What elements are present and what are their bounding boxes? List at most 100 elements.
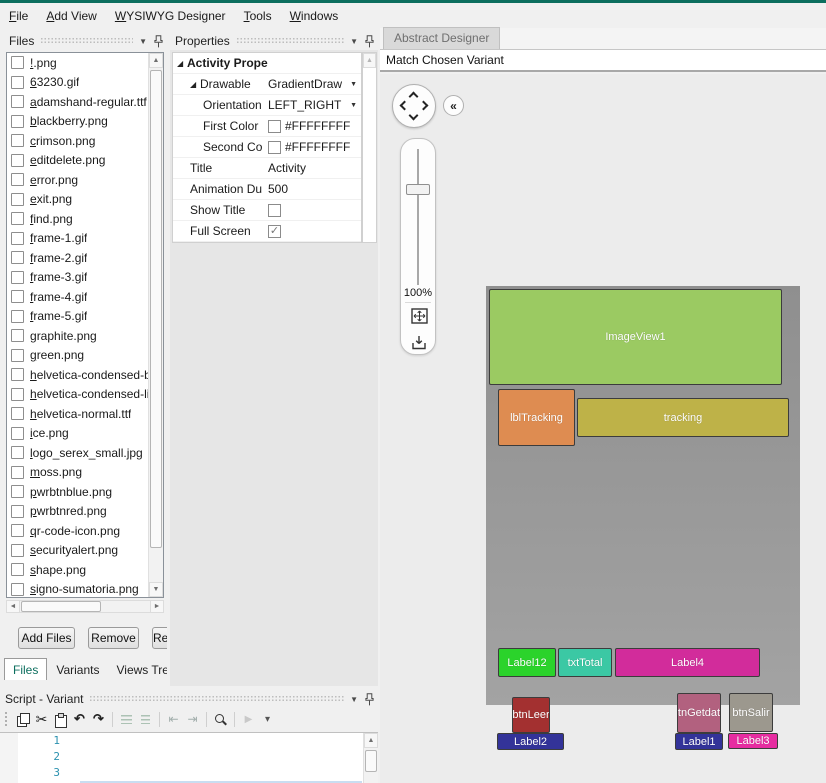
design-canvas[interactable]: « 100% ImageView1 lblTracking tracking Labe… [380,74,826,783]
code-editor[interactable]: 1 'Variant specific script: 320x480,scal… [0,732,378,783]
file-row[interactable]: error.png [7,170,163,190]
file-checkbox[interactable] [11,95,24,109]
property-checkbox[interactable]: ✓ [268,203,281,217]
zoom-slider-track[interactable] [417,149,419,285]
scrollbar-thumb[interactable] [365,750,377,772]
files-vertical-scrollbar[interactable]: ▲ ▼ [148,53,163,597]
file-checkbox[interactable] [11,192,24,206]
chevron-down-icon[interactable]: ▼ [350,695,358,704]
property-row[interactable]: ◢ First Color #FFFFFFFF ▼ #FFFFFFFF #FFF… [173,116,361,137]
files-action-button[interactable]: Add Files [18,627,75,649]
file-checkbox[interactable] [11,153,24,167]
pan-right-icon[interactable] [418,100,429,111]
file-checkbox[interactable] [11,348,24,362]
designer-view[interactable]: Label2 [497,733,564,750]
designer-view[interactable]: Label12 [498,648,556,677]
file-row[interactable]: logo_serex_small.jpg [7,443,163,463]
expander-icon[interactable]: ◢ [177,59,187,68]
pan-down-icon[interactable] [408,110,419,121]
property-value[interactable]: GradientDraw [268,77,342,91]
file-checkbox[interactable] [11,114,24,128]
file-row[interactable]: helvetica-condensed-li [7,385,163,405]
code-line[interactable]: 1 'Variant specific script: 320x480,scal… [0,733,378,783]
code-line[interactable]: 3 [0,765,378,781]
toolbar-icon[interactable] [165,711,182,728]
toolbar-icon[interactable] [206,711,207,727]
file-row[interactable]: find.png [7,209,163,229]
scroll-left-icon[interactable]: ◄ [7,601,20,612]
file-checkbox[interactable] [11,173,24,187]
toolbar-icon[interactable] [33,711,50,728]
file-row[interactable]: qr-code-icon.png [7,521,163,541]
file-row[interactable]: frame-3.gif [7,268,163,288]
color-swatch[interactable] [268,119,281,133]
files-action-button[interactable]: Rename [152,627,167,649]
toolbar-icon[interactable] [112,711,113,727]
property-row[interactable]: ◢ Full Screen true ▼ true true [173,221,361,242]
file-checkbox[interactable] [11,582,24,596]
file-checkbox[interactable] [11,309,24,323]
file-row[interactable]: green.png [7,346,163,366]
chevron-down-icon[interactable]: ▼ [350,37,358,46]
toolbar-grip[interactable] [5,712,8,726]
scroll-up-icon[interactable]: ▲ [149,53,163,68]
menu-item[interactable]: Tools [235,4,281,28]
property-value[interactable]: 500 [268,182,288,196]
toolbar-icon[interactable] [159,711,160,727]
property-row[interactable]: ◢ Show Title false ▼ false false [173,200,361,221]
file-checkbox[interactable] [11,134,24,148]
file-checkbox[interactable] [11,368,24,382]
file-row[interactable]: !.png [7,53,163,73]
file-checkbox[interactable] [11,329,24,343]
file-row[interactable]: helvetica-normal.ttf [7,404,163,424]
designer-view[interactable]: btnSalir [729,693,773,732]
file-checkbox[interactable] [11,407,24,421]
file-checkbox[interactable] [11,231,24,245]
tab-abstract-designer[interactable]: Abstract Designer [383,27,501,49]
property-value[interactable]: Activity [268,161,306,175]
file-checkbox[interactable] [11,75,24,89]
designer-view[interactable]: tnGetdat [677,693,721,733]
pin-icon[interactable] [365,34,374,48]
dropdown-arrow-icon[interactable]: ▼ [350,102,357,109]
toolbar-icon[interactable] [52,711,69,728]
collapse-tools-button[interactable]: « [443,95,464,116]
designer-view[interactable]: tracking [577,398,789,437]
property-value[interactable]: #FFFFFFFF [285,140,350,154]
toolbar-icon[interactable] [14,711,31,728]
files-horizontal-scrollbar[interactable]: ◄ ► [6,600,164,613]
color-swatch[interactable] [268,140,281,154]
file-row[interactable]: moss.png [7,463,163,483]
pan-up-icon[interactable] [408,91,419,102]
property-value[interactable]: LEFT_RIGHT [268,98,341,112]
property-row[interactable]: ◢ Drawable GradientDraw ▼ GradientDraw G… [173,74,361,95]
file-checkbox[interactable] [11,504,24,518]
file-row[interactable]: helvetica-condensed-b [7,365,163,385]
property-value[interactable]: #FFFFFFFF [285,119,350,133]
file-row[interactable]: 63230.gif [7,73,163,93]
file-checkbox[interactable] [11,465,24,479]
files-action-button[interactable]: Remove [88,627,139,649]
properties-panel-header[interactable]: Properties ▼ [170,32,378,50]
menu-item[interactable]: WYSIWYG Designer [106,4,235,28]
property-row[interactable]: ◢ Orientation LEFT_RIGHT ▼ LEFT_RIGHT LE… [173,95,361,116]
file-row[interactable]: frame-1.gif [7,229,163,249]
file-checkbox[interactable] [11,270,24,284]
menu-item[interactable]: Windows [281,4,348,28]
chevron-down-icon[interactable]: ▼ [139,37,147,46]
designer-view[interactable]: ImageView1 [489,289,782,385]
fit-to-screen-button[interactable] [408,306,430,326]
file-row[interactable]: blackberry.png [7,112,163,132]
file-checkbox[interactable] [11,290,24,304]
file-row[interactable]: adamshand-regular.ttf [7,92,163,112]
toolbar-icon[interactable] [212,711,229,728]
scroll-up-icon[interactable]: ▲ [364,733,378,748]
toolbar-icon[interactable] [259,711,276,728]
editor-scrollbar[interactable]: ▲ [363,733,378,783]
toolbar-icon[interactable] [118,711,135,728]
designer-view[interactable]: txtTotal [558,648,612,677]
scroll-down-icon[interactable]: ▼ [149,582,163,597]
scroll-up-icon[interactable]: ▲ [363,53,376,68]
file-row[interactable]: securityalert.png [7,541,163,561]
variant-bar[interactable]: Match Chosen Variant [380,50,826,72]
